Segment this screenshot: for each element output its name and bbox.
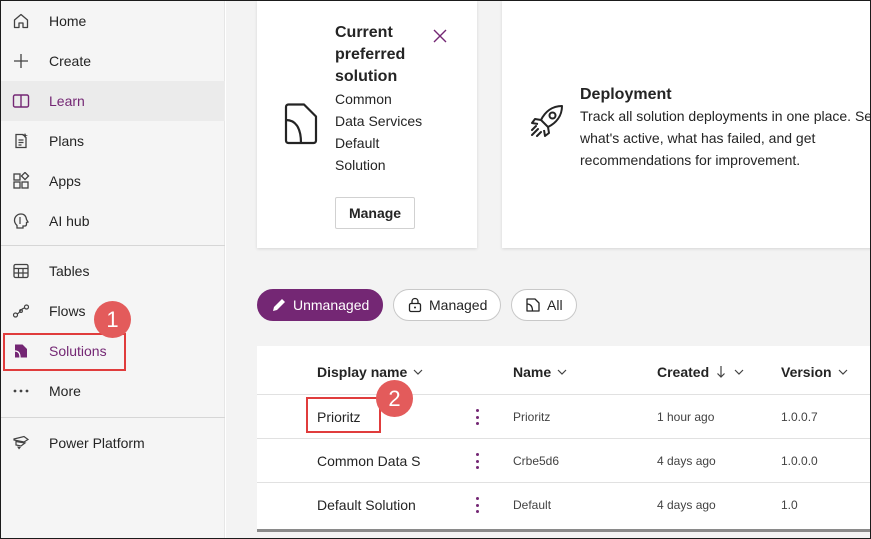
nav-create[interactable]: Create bbox=[1, 41, 225, 81]
row-name: Crbe5d6 bbox=[513, 454, 560, 468]
nav-create-label: Create bbox=[49, 53, 92, 69]
display-name-header-label: Display name bbox=[317, 364, 408, 380]
filter-all-label: All bbox=[547, 297, 563, 313]
lock-icon bbox=[408, 297, 422, 313]
row-more-options[interactable] bbox=[473, 495, 481, 515]
nav-apps[interactable]: Apps bbox=[1, 161, 225, 201]
nav-tables-label: Tables bbox=[49, 263, 90, 279]
flow-icon bbox=[12, 304, 30, 318]
plans-icon bbox=[15, 133, 28, 149]
nav-divider bbox=[1, 245, 225, 246]
table-row[interactable]: Default Solution Default 4 days ago 1.0 bbox=[257, 483, 870, 527]
version-header-label: Version bbox=[781, 364, 832, 380]
row-version: 1.0 bbox=[781, 498, 798, 512]
row-version: 1.0.0.7 bbox=[781, 410, 818, 424]
row-name: Default bbox=[513, 498, 552, 512]
nav-divider-2 bbox=[1, 417, 225, 418]
left-navigation: Home Create Learn Plans Apps AI hub Tabl… bbox=[1, 1, 225, 538]
nav-plans-label: Plans bbox=[49, 133, 85, 149]
nav-learn[interactable]: Learn bbox=[1, 81, 225, 121]
rocket-icon bbox=[531, 105, 563, 137]
column-header-name[interactable]: Name bbox=[513, 363, 567, 381]
solution-icon bbox=[526, 298, 540, 312]
deployment-description-line3: recommendations for improvement. bbox=[580, 152, 801, 168]
step-badge-1: 1 bbox=[94, 301, 131, 338]
main-content: Current preferred solution Common Data S… bbox=[226, 1, 870, 538]
nav-power-platform-label: Power Platform bbox=[49, 435, 145, 451]
row-created: 1 hour ago bbox=[657, 410, 715, 424]
deployment-description-line2: what's active, what has failed, and get bbox=[580, 130, 816, 146]
filter-unmanaged-label: Unmanaged bbox=[293, 297, 370, 313]
table-row[interactable]: Common Data S Crbe5d6 4 days ago 1.0.0.0 bbox=[257, 439, 870, 483]
step-badge-2: 2 bbox=[376, 380, 413, 417]
power-platform-icon bbox=[13, 435, 30, 450]
chevron-down-icon bbox=[734, 369, 744, 375]
preferred-solution-title: Current preferred solution bbox=[335, 24, 406, 85]
deployment-title: Deployment bbox=[580, 86, 672, 103]
nav-ai-hub[interactable]: AI hub bbox=[1, 201, 225, 241]
row-more-options[interactable] bbox=[473, 451, 481, 471]
solutions-table: Display name Name Created Version Priori… bbox=[257, 346, 870, 532]
table-icon bbox=[13, 263, 29, 279]
row-version: 1.0.0.0 bbox=[781, 454, 818, 468]
nav-flows-label: Flows bbox=[49, 303, 86, 319]
row-created: 4 days ago bbox=[657, 498, 716, 512]
highlight-prioritz bbox=[306, 397, 381, 433]
nav-more[interactable]: More bbox=[1, 371, 225, 411]
nav-power-platform[interactable]: Power Platform bbox=[1, 423, 225, 463]
arrow-down-icon bbox=[717, 366, 726, 378]
home-icon bbox=[13, 13, 29, 29]
deployment-description-line1: Track all solution deployments in one pl… bbox=[580, 108, 870, 124]
preferred-solution-name: Common Data Services Default Solution bbox=[335, 91, 423, 173]
column-header-created[interactable]: Created bbox=[657, 363, 744, 381]
filter-all[interactable]: All bbox=[511, 289, 577, 321]
column-header-display-name[interactable]: Display name bbox=[317, 363, 423, 381]
name-header-label: Name bbox=[513, 364, 552, 380]
pencil-icon bbox=[273, 299, 285, 311]
column-header-version[interactable]: Version bbox=[781, 363, 848, 381]
row-name: Prioritz bbox=[513, 410, 551, 424]
filter-managed[interactable]: Managed bbox=[393, 289, 501, 321]
nav-tables[interactable]: Tables bbox=[1, 251, 225, 291]
close-icon[interactable] bbox=[433, 29, 447, 43]
manage-button[interactable]: Manage bbox=[335, 197, 415, 229]
nav-home-label: Home bbox=[49, 13, 87, 29]
filter-unmanaged[interactable]: Unmanaged bbox=[257, 289, 383, 321]
created-header-label: Created bbox=[657, 364, 710, 380]
chevron-down-icon bbox=[838, 369, 848, 375]
deployment-card[interactable]: Deployment Track all solution deployment… bbox=[502, 1, 870, 248]
nav-learn-label: Learn bbox=[49, 93, 85, 109]
apps-icon bbox=[13, 172, 30, 189]
deployment-description: Track all solution deployments in one pl… bbox=[580, 105, 870, 171]
row-created: 4 days ago bbox=[657, 454, 716, 468]
nav-apps-label: Apps bbox=[49, 173, 81, 189]
chevron-down-icon bbox=[557, 369, 567, 375]
nav-home[interactable]: Home bbox=[1, 1, 225, 41]
chevron-down-icon bbox=[413, 369, 423, 375]
filter-managed-label: Managed bbox=[429, 297, 488, 313]
nav-plans[interactable]: Plans bbox=[1, 121, 225, 161]
plus-icon bbox=[14, 54, 28, 68]
row-display-name[interactable]: Common Data S bbox=[317, 453, 421, 469]
row-display-name[interactable]: Default Solution bbox=[317, 497, 421, 513]
preferred-solution-card: Current preferred solution Common Data S… bbox=[257, 1, 477, 248]
ai-hub-icon bbox=[13, 213, 29, 229]
solution-file-icon bbox=[284, 103, 318, 145]
nav-ai-hub-label: AI hub bbox=[49, 213, 90, 229]
row-more-options[interactable] bbox=[473, 407, 481, 427]
highlight-solutions bbox=[3, 333, 126, 371]
ellipsis-icon bbox=[13, 389, 29, 393]
nav-more-label: More bbox=[49, 383, 81, 399]
book-icon bbox=[12, 94, 30, 108]
